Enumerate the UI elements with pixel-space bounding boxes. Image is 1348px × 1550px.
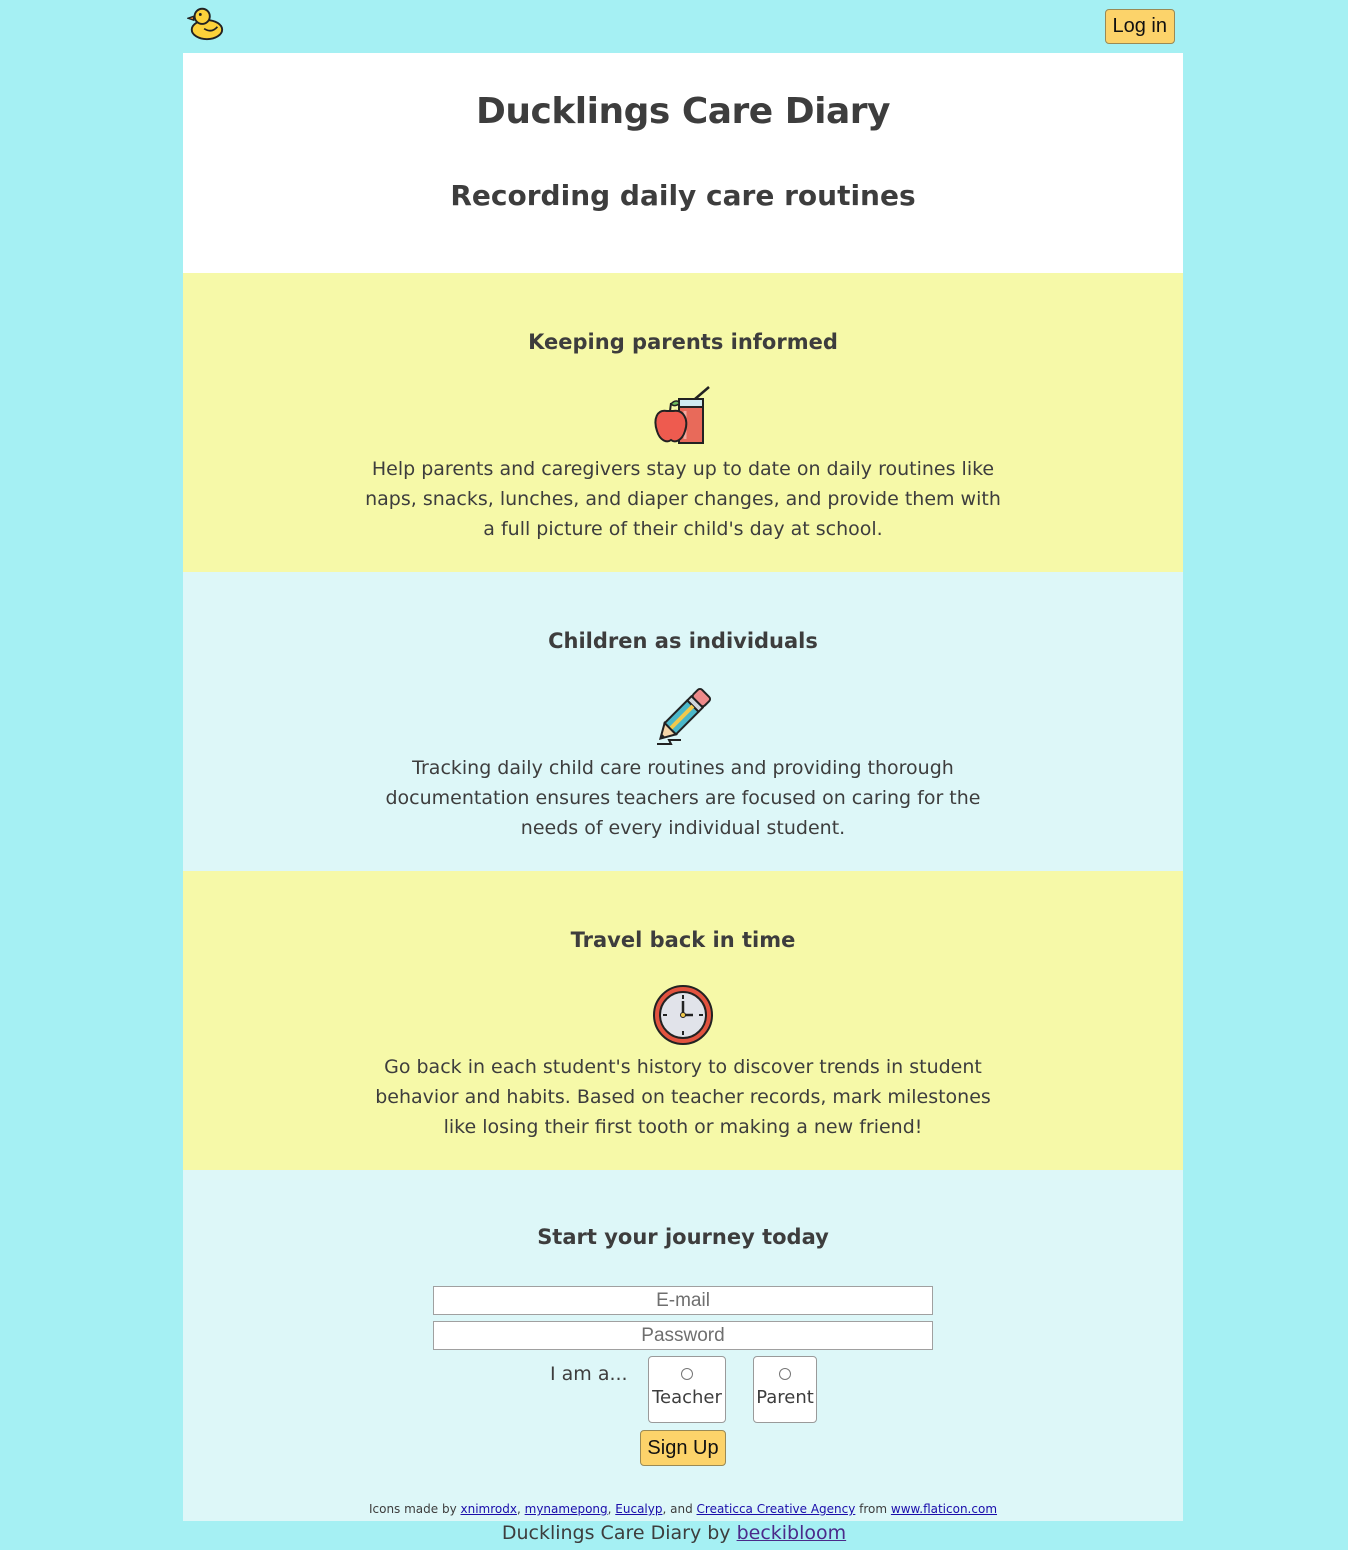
password-field[interactable] — [433, 1321, 933, 1350]
feature-description: Go back in each student's history to dis… — [375, 1056, 991, 1138]
credit-link-flaticon[interactable]: www.flaticon.com — [891, 1502, 997, 1516]
feature-title: Travel back in time — [570, 928, 796, 952]
signup-title: Start your journey today — [537, 1225, 829, 1249]
duck-logo-icon[interactable] — [187, 4, 225, 42]
credits-separator: , — [516, 1502, 525, 1516]
apple-juice-icon — [654, 386, 710, 444]
feature-title: Keeping parents informed — [528, 330, 838, 354]
icon-credits: Icons made by xnimrodx, mynamepong, Euca… — [183, 1502, 1183, 1516]
footer-author-link[interactable]: beckibloom — [737, 1522, 847, 1544]
feature-title: Children as individuals — [548, 629, 818, 653]
page-subtitle: Recording daily care routines — [450, 179, 916, 212]
footer-text: Ducklings Care Diary by — [501, 1522, 737, 1544]
login-button[interactable]: Log in — [1104, 9, 1175, 44]
credit-link-eucalyp[interactable]: Eucalyp — [615, 1502, 662, 1516]
credit-link-xnimrodx[interactable]: xnimrodx — [461, 1502, 517, 1516]
signup-button[interactable]: Sign Up — [640, 1430, 726, 1466]
pencil-icon — [657, 687, 712, 745]
role-label: I am a... — [550, 1363, 628, 1385]
email-field[interactable] — [433, 1286, 933, 1315]
feature-children-individuals: Children as individuals Tracking daily c… — [183, 572, 1183, 871]
top-nav: Log in — [183, 0, 1183, 53]
page-title: Ducklings Care Diary — [476, 91, 890, 132]
credit-link-mynamepong[interactable]: mynamepong — [525, 1502, 608, 1516]
feature-travel-back: Travel back in time Go back in each stud… — [183, 871, 1183, 1170]
role-option-label: Parent — [756, 1387, 814, 1408]
credits-separator: , and — [662, 1502, 697, 1516]
role-option-teacher[interactable]: Teacher — [648, 1356, 726, 1423]
credits-prefix: Icons made by — [368, 1502, 461, 1516]
feature-description: Tracking daily child care routines and p… — [385, 757, 981, 839]
signup-section: Start your journey today I am a... Teach… — [183, 1170, 1183, 1521]
role-option-label: Teacher — [652, 1387, 722, 1408]
page-footer: Ducklings Care Diary by beckibloom — [0, 1522, 1348, 1544]
feature-description: Help parents and caregivers stay up to d… — [365, 458, 1001, 540]
clock-icon — [653, 985, 713, 1045]
hero-section: Ducklings Care Diary Recording daily car… — [183, 53, 1183, 273]
main-container: Ducklings Care Diary Recording daily car… — [183, 53, 1183, 1521]
feature-parents-informed: Keeping parents informed Help parents an… — [183, 273, 1183, 572]
role-option-parent[interactable]: Parent — [753, 1356, 817, 1423]
credits-from: from — [855, 1502, 891, 1516]
teacher-radio[interactable] — [681, 1368, 693, 1380]
parent-radio[interactable] — [779, 1368, 791, 1380]
credit-link-creaticca[interactable]: Creaticca Creative Agency — [697, 1502, 856, 1516]
